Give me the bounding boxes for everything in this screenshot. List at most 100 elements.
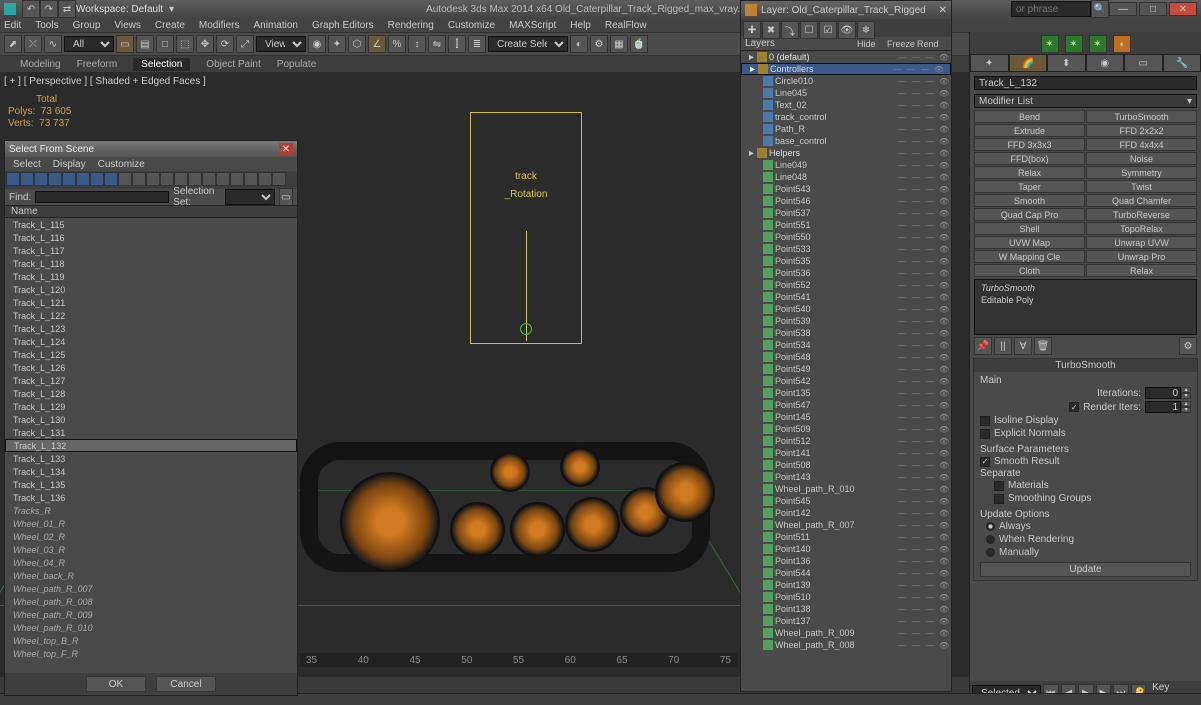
scale-icon[interactable]: ⤢ bbox=[236, 35, 254, 53]
sfs-item[interactable]: Track_L_126 bbox=[5, 361, 297, 374]
configure-sets-icon[interactable]: ⚙ bbox=[1179, 337, 1197, 355]
layer-row[interactable]: Point543———👁 bbox=[741, 183, 951, 195]
sfs-filter-icon[interactable] bbox=[90, 172, 104, 186]
modifier-button[interactable]: Quad Cap Pro bbox=[974, 208, 1085, 221]
layer-row[interactable]: Point545———👁 bbox=[741, 495, 951, 507]
select-link-icon[interactable]: ⬈ bbox=[4, 35, 22, 53]
pivot-icon[interactable]: ◉ bbox=[308, 35, 326, 53]
tab-create[interactable]: ✦ bbox=[970, 54, 1009, 72]
layer-row[interactable]: Line049———👁 bbox=[741, 159, 951, 171]
modifier-list-dropdown[interactable]: Modifier List▾ bbox=[974, 94, 1197, 108]
layer-row[interactable]: Wheel_path_R_007———👁 bbox=[741, 519, 951, 531]
sfs-filter-icon[interactable] bbox=[230, 172, 244, 186]
menu-animation[interactable]: Animation bbox=[253, 20, 297, 31]
layer-row[interactable]: Point549———👁 bbox=[741, 363, 951, 375]
sfs-item[interactable]: Wheel_path_R_009 bbox=[5, 608, 297, 621]
layer-row[interactable]: Point540———👁 bbox=[741, 303, 951, 315]
snap-icon[interactable]: ⬡ bbox=[348, 35, 366, 53]
menu-group[interactable]: Group bbox=[73, 20, 101, 31]
layer-row[interactable]: Point542———👁 bbox=[741, 375, 951, 387]
sfs-filter-icon[interactable] bbox=[132, 172, 146, 186]
sfs-item[interactable]: Wheel_top_F_R bbox=[5, 647, 297, 660]
menu-realflow[interactable]: RealFlow bbox=[605, 20, 647, 31]
menu-modifiers[interactable]: Modifiers bbox=[199, 20, 240, 31]
sfs-item[interactable]: Wheel_path_R_010 bbox=[5, 621, 297, 634]
layer-row[interactable]: Point136———👁 bbox=[741, 555, 951, 567]
sfs-item[interactable]: Wheel_top_B_R bbox=[5, 634, 297, 647]
pin-stack-icon[interactable]: 📌 bbox=[974, 337, 992, 355]
search-icon[interactable]: 🔍 bbox=[1091, 0, 1109, 18]
move-icon[interactable]: ✥ bbox=[196, 35, 214, 53]
sfs-item[interactable]: Track_L_136 bbox=[5, 491, 297, 504]
layer-row[interactable]: Point546———👁 bbox=[741, 195, 951, 207]
undo-icon[interactable]: ↶ bbox=[22, 0, 40, 18]
layer-row[interactable]: Point547———👁 bbox=[741, 399, 951, 411]
sfs-filter-icon[interactable] bbox=[104, 172, 118, 186]
sfs-item[interactable]: Track_L_135 bbox=[5, 478, 297, 491]
layer-row[interactable]: Point511———👁 bbox=[741, 531, 951, 543]
object-name-field[interactable]: Track_L_132 bbox=[974, 76, 1197, 90]
time-slider[interactable]: 354045505560657075 bbox=[300, 653, 737, 667]
angle-snap-icon[interactable]: ∠ bbox=[368, 35, 386, 53]
select-object-icon[interactable]: ▭ bbox=[116, 35, 134, 53]
sfs-filter-icon[interactable] bbox=[146, 172, 160, 186]
sfs-cancel-button[interactable]: Cancel bbox=[156, 676, 216, 692]
sfs-filter-icon[interactable] bbox=[20, 172, 34, 186]
sfs-item[interactable]: Track_L_123 bbox=[5, 322, 297, 335]
layer-row[interactable]: Point509———👁 bbox=[741, 423, 951, 435]
render-iters-spinner[interactable]: ▴▾ bbox=[1145, 401, 1191, 413]
sfs-item[interactable]: Wheel_path_R_007 bbox=[5, 582, 297, 595]
modifier-button[interactable]: FFD 3x3x3 bbox=[974, 138, 1085, 151]
layer-close-icon[interactable]: ✕ bbox=[939, 5, 947, 16]
sfs-filter-icon[interactable] bbox=[62, 172, 76, 186]
menu-rendering[interactable]: Rendering bbox=[388, 20, 434, 31]
render-preset-4-icon[interactable]: ◖ bbox=[1113, 35, 1131, 53]
sfs-item[interactable]: Tracks_R bbox=[5, 504, 297, 517]
smooth-result-checkbox[interactable] bbox=[980, 457, 990, 467]
smoothing-groups-checkbox[interactable] bbox=[994, 494, 1004, 504]
unlink-icon[interactable]: ⤬ bbox=[24, 35, 42, 53]
ribbon-tab-freeform[interactable]: Freeform bbox=[77, 59, 118, 70]
layer-row[interactable]: Point534———👁 bbox=[741, 339, 951, 351]
sfs-item[interactable]: Track_L_132 bbox=[5, 439, 297, 452]
layer-icon[interactable]: ≣ bbox=[468, 35, 486, 53]
mirror-icon[interactable]: ⇋ bbox=[428, 35, 446, 53]
sfs-filter-icon[interactable] bbox=[48, 172, 62, 186]
sfs-item[interactable]: Track_L_130 bbox=[5, 413, 297, 426]
tab-display[interactable]: ▭ bbox=[1124, 54, 1163, 72]
sfs-filter-icon[interactable] bbox=[6, 172, 20, 186]
layer-row[interactable]: Point551———👁 bbox=[741, 219, 951, 231]
update-when-rendering-radio[interactable] bbox=[986, 535, 995, 544]
layer-row[interactable]: Path_R———👁 bbox=[741, 123, 951, 135]
render-preset-3-icon[interactable]: ✶ bbox=[1089, 35, 1107, 53]
ref-coord-system[interactable]: View bbox=[256, 36, 306, 52]
redo-icon[interactable]: ↷ bbox=[40, 0, 58, 18]
rotate-icon[interactable]: ⟳ bbox=[216, 35, 234, 53]
layer-row[interactable]: track_control———👁 bbox=[741, 111, 951, 123]
sfs-item[interactable]: Track_L_115 bbox=[5, 218, 297, 231]
workspace-label[interactable]: Workspace: Default bbox=[76, 4, 163, 15]
named-selection[interactable]: Create Selection S bbox=[488, 36, 568, 52]
sfs-item[interactable]: Track_L_128 bbox=[5, 387, 297, 400]
layer-row[interactable]: Point138———👁 bbox=[741, 603, 951, 615]
layer-row[interactable]: Point535———👁 bbox=[741, 255, 951, 267]
modifier-button[interactable]: Cloth bbox=[974, 264, 1085, 277]
layer-row[interactable]: Point141———👁 bbox=[741, 447, 951, 459]
modifier-button[interactable]: TurboReverse bbox=[1086, 208, 1197, 221]
sfs-filter-icon[interactable] bbox=[188, 172, 202, 186]
menu-customize[interactable]: Customize bbox=[448, 20, 495, 31]
modifier-button[interactable]: UVW Map bbox=[974, 236, 1085, 249]
sfs-filter-icon[interactable] bbox=[34, 172, 48, 186]
layer-row[interactable]: Point512———👁 bbox=[741, 435, 951, 447]
update-always-radio[interactable] bbox=[986, 522, 995, 531]
modifier-button[interactable]: Relax bbox=[1086, 264, 1197, 277]
sfs-filter-icon[interactable] bbox=[244, 172, 258, 186]
align-icon[interactable]: ⫿ bbox=[448, 35, 466, 53]
maximize-button[interactable]: □ bbox=[1139, 2, 1167, 16]
modifier-button[interactable]: Relax bbox=[974, 166, 1085, 179]
layer-row[interactable]: Text_02———👁 bbox=[741, 99, 951, 111]
modifier-button[interactable]: Noise bbox=[1086, 152, 1197, 165]
sfs-item[interactable]: Track_L_116 bbox=[5, 231, 297, 244]
layer-row[interactable]: Wheel_path_R_010———👁 bbox=[741, 483, 951, 495]
sfs-find-input[interactable] bbox=[35, 191, 169, 203]
